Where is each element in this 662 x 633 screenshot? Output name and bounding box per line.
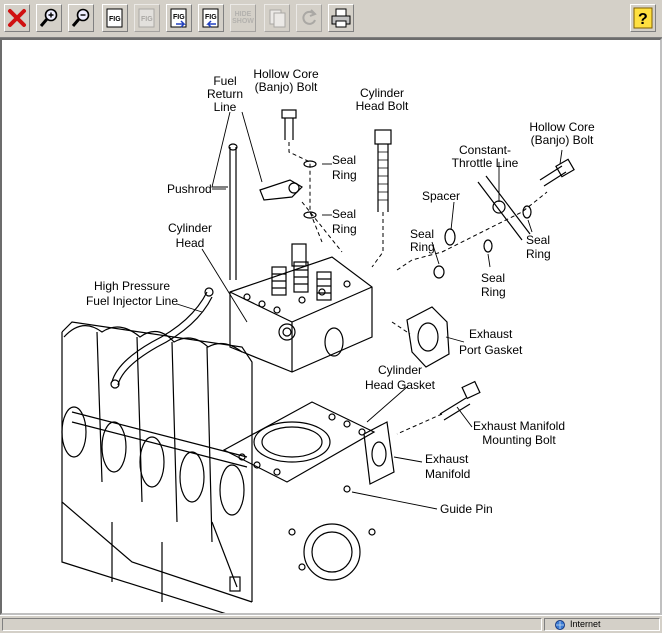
status-pane-main: [2, 618, 542, 631]
svg-text:FIG: FIG: [109, 16, 121, 23]
label-seal-ring: Seal: [332, 153, 356, 167]
label-exhaust-manifold: Manifold: [425, 467, 470, 481]
label-hollow-core-bolt-2: (Banjo) Bolt: [531, 133, 594, 147]
label-cylinder-head-gasket: Cylinder: [378, 363, 422, 377]
magnifier-plus-icon: [39, 8, 58, 27]
label-seal-ring: Ring: [410, 240, 435, 254]
label-cylinder-head-bolt: Head Bolt: [356, 99, 409, 113]
label-seal-ring: Seal: [526, 233, 550, 247]
refresh-icon: [302, 9, 317, 25]
label-seal-ring: Ring: [481, 285, 506, 299]
globe-icon: [555, 620, 565, 630]
label-cylinder-head: Cylinder: [168, 221, 212, 235]
hide-label: HIDE: [234, 11, 252, 18]
label-seal-ring: Ring: [332, 222, 357, 236]
svg-text:FIG: FIG: [173, 14, 185, 21]
red-x-icon: [8, 9, 26, 27]
svg-text:FIG: FIG: [141, 16, 153, 23]
fig-next-button[interactable]: FIG: [166, 4, 192, 32]
diagram-frame: Fuel Return Line Hollow Core (Banjo) Bol…: [0, 38, 662, 615]
zoom-out-button[interactable]: [68, 4, 94, 32]
label-constant-throttle-line: Constant-: [459, 143, 511, 157]
fig-button[interactable]: FIG: [102, 4, 128, 32]
fig-prev-button[interactable]: FIG: [198, 4, 224, 32]
zone-label: Internet: [570, 619, 601, 629]
label-guide-pin: Guide Pin: [440, 502, 493, 516]
copy-icon: [269, 9, 286, 28]
printer-icon: [331, 8, 351, 28]
close-button[interactable]: [4, 4, 30, 32]
fig-icon: FIG: [106, 8, 123, 28]
label-cylinder-head-gasket: Head Gasket: [365, 378, 436, 392]
show-label: SHOW: [232, 18, 254, 25]
label-cylinder-head-bolt: Cylinder: [360, 86, 404, 100]
label-hollow-core-bolt-2: Hollow Core: [529, 120, 595, 134]
label-high-pressure-line: High Pressure: [94, 279, 170, 293]
exploded-diagram: Fuel Return Line Hollow Core (Banjo) Bol…: [61, 67, 595, 613]
label-exhaust-port-gasket: Exhaust: [469, 327, 513, 341]
help-icon: ?: [633, 7, 653, 29]
fig-forward-icon: FIG: [170, 8, 187, 28]
label-seal-ring: Seal: [481, 271, 505, 285]
refresh-button[interactable]: [296, 4, 322, 32]
fig-back-icon: FIG: [202, 8, 219, 28]
hide-show-button[interactable]: HIDE SHOW: [230, 4, 256, 32]
label-cylinder-head: Head: [176, 236, 205, 250]
fig-disabled-button[interactable]: FIG: [134, 4, 160, 32]
print-button[interactable]: [328, 4, 354, 32]
copy-button[interactable]: [264, 4, 290, 32]
status-bar: Internet: [0, 615, 662, 633]
magnifier-minus-icon: [71, 8, 90, 27]
label-hollow-core-bolt: Hollow Core: [253, 67, 319, 81]
label-seal-ring: Ring: [526, 247, 551, 261]
label-exhaust-manifold-bolt: Mounting Bolt: [482, 433, 556, 447]
label-spacer: Spacer: [422, 189, 460, 203]
label-fuel-return-line: Fuel: [213, 74, 236, 88]
label-seal-ring: Seal: [332, 207, 356, 221]
label-exhaust-port-gasket: Port Gasket: [459, 343, 523, 357]
svg-text:FIG: FIG: [205, 14, 217, 21]
label-constant-throttle-line: Throttle Line: [452, 156, 519, 170]
fig-icon: FIG: [138, 8, 155, 28]
zoom-in-button[interactable]: [36, 4, 62, 32]
label-fuel-return-line: Return: [207, 87, 243, 101]
toolbar: FIG FIG FIG FIG HIDE SHOW ?: [0, 0, 662, 38]
label-exhaust-manifold-bolt: Exhaust Manifold: [473, 419, 565, 433]
label-exhaust-manifold: Exhaust: [425, 452, 469, 466]
label-hollow-core-bolt: (Banjo) Bolt: [255, 80, 318, 94]
label-fuel-return-line: Line: [214, 100, 237, 114]
label-seal-ring: Ring: [332, 168, 357, 182]
help-button[interactable]: ?: [630, 4, 656, 32]
label-seal-ring: Seal: [410, 227, 434, 241]
help-glyph: ?: [638, 11, 648, 28]
label-pushrod: Pushrod: [167, 182, 212, 196]
label-high-pressure-line: Fuel Injector Line: [86, 294, 178, 308]
